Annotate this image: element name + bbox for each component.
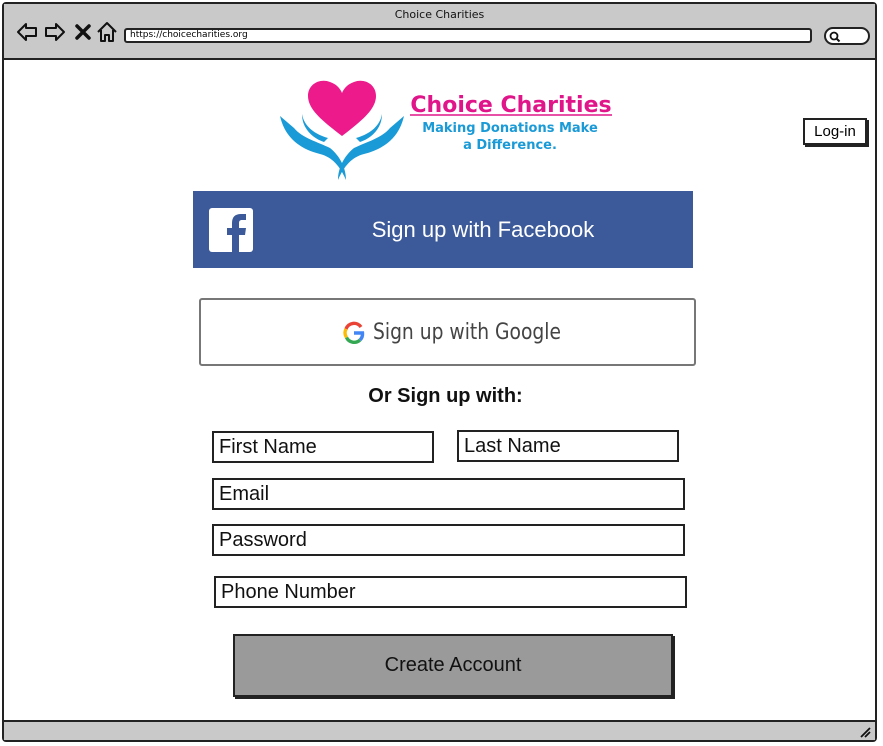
google-signup-label: Sign up with Google	[373, 320, 561, 345]
last-name-field[interactable]: Last Name	[457, 430, 679, 462]
phone-number-field[interactable]: Phone Number	[214, 576, 687, 608]
url-bar[interactable]: https://choicecharities.org	[124, 28, 812, 43]
logo-tagline-line1: Making Donations Make	[422, 121, 598, 136]
charity-logo-graphic: Choice Charities Making Donations Make a…	[280, 80, 612, 180]
facebook-signup-label: Sign up with Facebook	[371, 217, 595, 242]
google-icon	[343, 321, 365, 345]
window-title: Choice Charities	[394, 8, 485, 21]
password-field[interactable]: Password	[212, 524, 685, 556]
facebook-icon	[209, 208, 253, 252]
browser-search-field[interactable]	[824, 27, 870, 45]
search-icon	[829, 31, 841, 43]
browser-toolbar: Choice Charities https://choicecharities…	[4, 4, 875, 60]
login-button[interactable]: Log-in	[803, 118, 867, 145]
logo-tagline-line2: a Difference.	[463, 138, 557, 153]
forward-arrow-icon[interactable]	[44, 21, 66, 43]
heart-hands-icon	[280, 80, 404, 180]
first-name-field[interactable]: First Name	[212, 431, 434, 463]
create-account-button[interactable]: Create Account	[233, 634, 673, 697]
close-x-icon[interactable]	[72, 21, 94, 43]
back-arrow-icon[interactable]	[16, 21, 38, 43]
browser-window: Choice Charities https://choicecharities…	[2, 2, 877, 742]
browser-status-bar	[4, 720, 875, 740]
home-icon[interactable]	[96, 21, 118, 43]
choice-charities-logo: Choice Charities Making Donations Make a…	[274, 76, 619, 184]
facebook-signup-button[interactable]: Sign up with Facebook	[193, 191, 693, 268]
or-signup-divider: Or Sign up with:	[368, 385, 523, 407]
email-field[interactable]: Email	[212, 478, 685, 510]
resize-grip-icon[interactable]	[857, 724, 871, 738]
google-signup-button[interactable]: Sign up with Google	[199, 298, 696, 366]
